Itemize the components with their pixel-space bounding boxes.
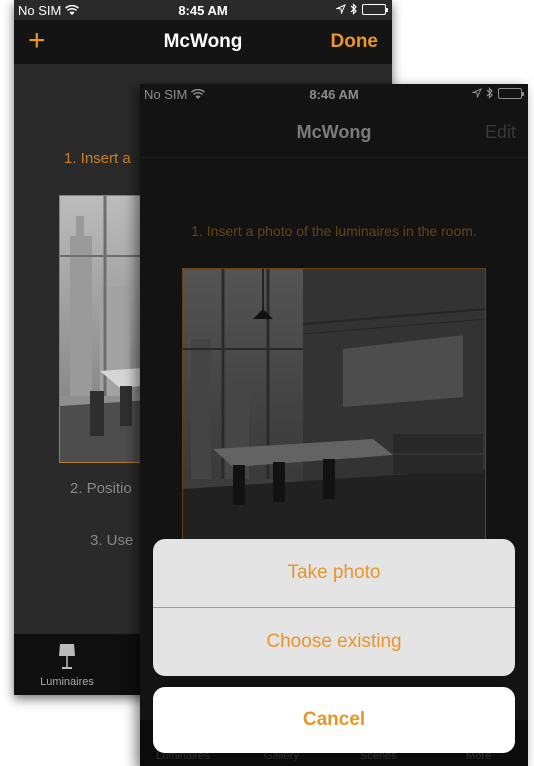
done-button[interactable]: Done: [331, 31, 379, 53]
choose-existing-button[interactable]: Choose existing: [153, 608, 515, 676]
step2-text: 2. Positio: [70, 480, 132, 497]
navigation-bar: + McWong Done: [14, 20, 392, 64]
action-sheet: Take photo Choose existing: [153, 539, 515, 676]
location-arrow-icon: [336, 4, 346, 14]
status-right: [336, 3, 388, 15]
tab-luminaires[interactable]: Luminaires: [32, 642, 102, 688]
lamp-icon: [57, 642, 77, 670]
step1-text: 1. Insert a: [64, 150, 131, 167]
step3-text: 3. Use: [90, 532, 134, 549]
take-photo-button[interactable]: Take photo: [153, 539, 515, 607]
battery-icon: [362, 3, 388, 15]
status-bar: No SIM 8:45 AM: [14, 0, 392, 20]
cancel-button[interactable]: Cancel: [153, 687, 515, 753]
bluetooth-icon: [350, 3, 357, 15]
front-screenshot: No SIM 8:46 AM McWong Edit 1. Insert a p…: [140, 84, 528, 766]
tab-luminaires-label: Luminaires: [40, 676, 94, 688]
